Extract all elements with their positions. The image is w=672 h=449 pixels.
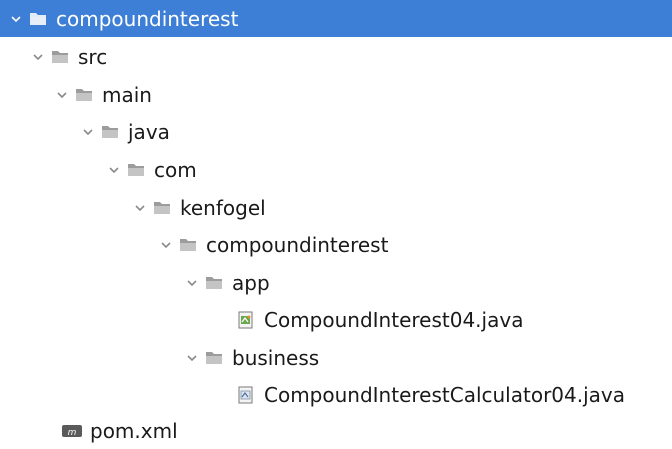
project-tree: compoundinterest src main java com kenfo…	[0, 0, 672, 448]
chevron-down-icon[interactable]	[186, 277, 198, 289]
java-file-icon	[236, 311, 256, 328]
tree-node-label: kenfogel	[180, 195, 266, 220]
chevron-down-icon[interactable]	[160, 239, 172, 251]
folder-icon	[100, 124, 120, 140]
java-file-icon	[236, 386, 256, 403]
tree-node-label: java	[128, 119, 170, 144]
tree-node-label: app	[232, 270, 270, 295]
tree-node-kenfogel[interactable]: kenfogel	[0, 189, 672, 226]
tree-node-main[interactable]: main	[0, 76, 672, 113]
tree-node-label: pom.xml	[90, 418, 178, 443]
folder-icon	[152, 200, 172, 216]
tree-node-business-file[interactable]: CompoundInterestCalculator04.java	[0, 376, 672, 413]
tree-node-label: business	[232, 345, 320, 370]
tree-node-java[interactable]: java	[0, 113, 672, 150]
folder-icon	[204, 350, 224, 366]
chevron-down-icon[interactable]	[108, 164, 120, 176]
tree-node-label: main	[102, 82, 152, 107]
tree-node-label: compoundinterest	[206, 232, 389, 257]
tree-node-package[interactable]: compoundinterest	[0, 226, 672, 263]
tree-node-com[interactable]: com	[0, 151, 672, 188]
tree-node-label: com	[154, 157, 197, 182]
folder-icon	[126, 162, 146, 178]
tree-node-business[interactable]: business	[0, 339, 672, 376]
tree-node-label: CompoundInterestCalculator04.java	[264, 382, 626, 407]
tree-node-label: src	[78, 44, 108, 69]
folder-icon	[74, 87, 94, 103]
folder-icon	[178, 237, 198, 253]
tree-node-pom[interactable]: m pom.xml	[0, 412, 672, 449]
tree-node-label: CompoundInterest04.java	[264, 307, 524, 332]
tree-node-label: compoundinterest	[56, 6, 239, 31]
svg-text:m: m	[68, 428, 77, 438]
folder-icon	[50, 49, 70, 65]
chevron-down-icon[interactable]	[134, 202, 146, 214]
chevron-down-icon[interactable]	[10, 13, 22, 25]
chevron-down-icon[interactable]	[186, 352, 198, 364]
tree-node-app-file[interactable]: CompoundInterest04.java	[0, 301, 672, 338]
tree-node-app[interactable]: app	[0, 264, 672, 301]
tree-node-root[interactable]: compoundinterest	[0, 0, 672, 37]
folder-icon	[204, 275, 224, 291]
tree-node-src[interactable]: src	[0, 38, 672, 75]
folder-icon	[28, 11, 48, 27]
chevron-down-icon[interactable]	[82, 126, 94, 138]
chevron-down-icon[interactable]	[56, 89, 68, 101]
chevron-down-icon[interactable]	[32, 51, 44, 63]
maven-icon: m	[62, 423, 82, 439]
